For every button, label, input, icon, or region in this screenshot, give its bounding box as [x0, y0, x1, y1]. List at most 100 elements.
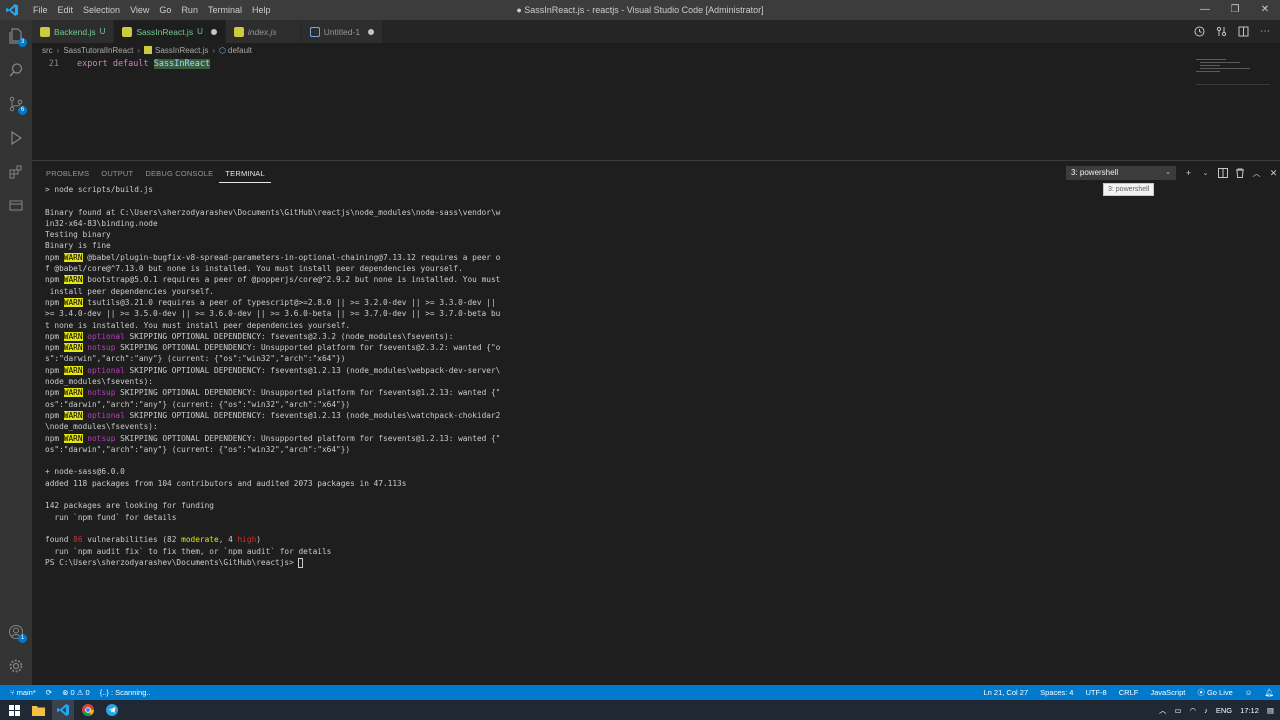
terminal-line: npm WARN notsup SKIPPING OPTIONAL DEPEND… [45, 343, 501, 353]
file-explorer-icon[interactable] [30, 702, 46, 718]
menu-run[interactable]: Run [176, 0, 203, 20]
sync-icon[interactable]: ⟳ [46, 685, 52, 700]
close-panel-icon[interactable]: ✕ [1267, 166, 1280, 180]
terminal-line: os":"darwin","arch":"any"} (current: {"o… [45, 399, 351, 409]
language-mode[interactable]: JavaScript [1150, 685, 1185, 700]
open-changes-icon[interactable] [1214, 24, 1228, 38]
activity-bar: 3 6 1 [0, 20, 32, 685]
tab-sassinreact-js[interactable]: SassInReact.js U [114, 20, 226, 43]
tab-index-js[interactable]: index.js [225, 20, 302, 43]
more-actions-icon[interactable]: ⋯ [1258, 24, 1272, 38]
editor-actions: ⋯ [1192, 24, 1272, 38]
maximize-panel-icon[interactable]: ︿ [1250, 166, 1263, 180]
indentation[interactable]: Spaces: 4 [1040, 685, 1073, 700]
terminal-line: > node scripts/build.js [45, 185, 153, 194]
window-controls: — ❐ ✕ [1190, 0, 1280, 20]
chevron-down-icon: ⌄ [1165, 169, 1171, 176]
menu-bar: File Edit Selection View Go Run Terminal… [28, 0, 275, 20]
tab-status: U [99, 27, 106, 36]
panel-actions: + ⌄ ︿ ✕ [1182, 166, 1280, 180]
unsaved-dot-icon[interactable] [210, 28, 217, 35]
menu-help[interactable]: Help [247, 0, 276, 20]
unsaved-dot-icon[interactable] [368, 28, 375, 35]
extensions-icon[interactable] [4, 160, 28, 184]
chevron-down-icon[interactable]: ⌄ [1199, 166, 1212, 180]
vscode-logo-icon [0, 0, 24, 20]
terminal-line: + node-sass@6.0.0 [45, 467, 125, 477]
breadcrumb-src[interactable]: src [42, 46, 53, 55]
split-terminal-icon[interactable] [1216, 166, 1229, 180]
code-editor[interactable]: 21 export default SassInReact [32, 57, 1280, 160]
terminal-line: Binary found at C:\Users\sherzodyarashev… [45, 207, 501, 217]
accounts-badge: 1 [18, 634, 27, 643]
encoding[interactable]: UTF-8 [1085, 685, 1106, 700]
input-language[interactable]: ENG [1216, 706, 1232, 715]
run-debug-icon[interactable] [4, 126, 28, 150]
menu-selection[interactable]: Selection [78, 0, 125, 20]
source-control-icon[interactable]: 6 [4, 92, 28, 116]
terminal-select-value: 3: powershell [1071, 168, 1119, 177]
chrome-icon[interactable] [80, 702, 96, 718]
tab-untitled-1[interactable]: Untitled-1 [301, 20, 384, 43]
breadcrumb-symbol[interactable]: default [228, 46, 252, 55]
warn-label: WARN [63, 331, 83, 341]
timeline-icon[interactable] [1192, 24, 1206, 38]
explorer-icon[interactable]: 3 [4, 24, 28, 48]
git-branch[interactable]: ⑂ main* [10, 685, 36, 700]
tab-terminal[interactable]: TERMINAL [219, 166, 271, 183]
tab-problems[interactable]: PROBLEMS [40, 166, 95, 183]
volume-icon[interactable]: ♪ [1204, 706, 1208, 715]
remote-explorer-icon[interactable] [4, 194, 28, 218]
scanning-status[interactable]: {..} : Scanning.. [100, 685, 151, 700]
branch-icon: ⑂ [10, 688, 17, 697]
scm-badge: 6 [18, 106, 27, 115]
js-file-icon [233, 26, 244, 37]
tab-debug-console[interactable]: DEBUG CONSOLE [139, 166, 219, 183]
cursor-position[interactable]: Ln 21, Col 27 [984, 685, 1029, 700]
notifications-icon[interactable]: ▤ [1267, 706, 1274, 715]
bottom-panel: PROBLEMS OUTPUT DEBUG CONSOLE TERMINAL 3… [32, 160, 1280, 685]
go-live-button[interactable]: ⦿ Go Live [1197, 685, 1232, 700]
problems-indicator[interactable]: ⊗ 0 ⚠ 0 [62, 685, 90, 700]
minimize-button[interactable]: — [1190, 0, 1220, 20]
settings-gear-icon[interactable] [4, 654, 28, 678]
tab-output[interactable]: OUTPUT [95, 166, 139, 183]
broadcast-icon: ⦿ [1197, 688, 1207, 697]
search-icon[interactable] [4, 58, 28, 82]
menu-edit[interactable]: Edit [53, 0, 79, 20]
minimap[interactable] [1196, 57, 1270, 87]
terminal-select[interactable]: 3: powershell ⌄ [1066, 166, 1176, 180]
terminal-cursor[interactable] [298, 557, 304, 568]
accounts-icon[interactable]: 1 [4, 620, 28, 644]
clock[interactable]: 17:12 [1240, 706, 1259, 715]
feedback-icon[interactable]: ☺ [1245, 685, 1253, 700]
menu-go[interactable]: Go [154, 0, 176, 20]
windows-start-icon[interactable] [6, 702, 22, 718]
maximize-button[interactable]: ❐ [1220, 0, 1250, 20]
chevron-up-icon[interactable]: ︿ [1159, 705, 1167, 716]
close-button[interactable]: ✕ [1250, 0, 1280, 20]
terminal-line: npm WARN optional SKIPPING OPTIONAL DEPE… [45, 331, 454, 341]
split-editor-icon[interactable] [1236, 24, 1250, 38]
tab-status: U [197, 27, 203, 36]
laptop-icon[interactable]: ▭ [1174, 706, 1181, 715]
vscode-taskbar-icon[interactable] [55, 702, 71, 718]
bell-icon[interactable]: 🔔︎ [1264, 685, 1274, 700]
terminal-line: Testing binary [45, 230, 111, 240]
menu-file[interactable]: File [28, 0, 53, 20]
code-identifier: SassInReact [153, 59, 211, 69]
new-terminal-icon[interactable]: + [1182, 166, 1195, 180]
line-ending[interactable]: CRLF [1119, 685, 1139, 700]
terminal-output[interactable]: > node scripts/build.js Binary found at … [45, 184, 505, 568]
breadcrumb-folder[interactable]: SassTutoralInReact [63, 46, 133, 55]
telegram-icon[interactable] [104, 702, 120, 718]
tab-backend-js[interactable]: Backend.js U [32, 20, 115, 43]
js-file-icon [40, 26, 50, 37]
menu-view[interactable]: View [125, 0, 154, 20]
breadcrumb-file[interactable]: SassInReact.js [155, 46, 208, 55]
terminal-line: \node_modules\fsevents): [45, 422, 158, 432]
menu-terminal[interactable]: Terminal [203, 0, 247, 20]
trash-icon[interactable] [1233, 166, 1246, 180]
wifi-icon[interactable]: ◠ [1190, 706, 1197, 715]
editor-tabs: Backend.js U SassInReact.js U index.js U… [32, 20, 1280, 43]
